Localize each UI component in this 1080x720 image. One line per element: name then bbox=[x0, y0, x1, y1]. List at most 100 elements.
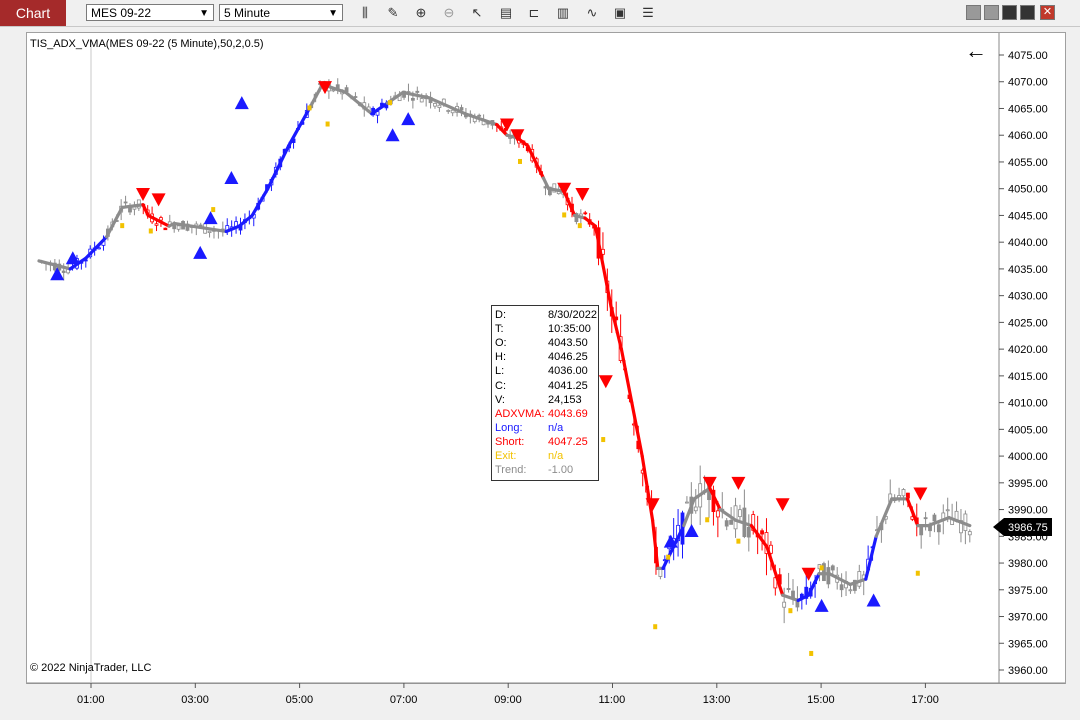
vma-segment bbox=[864, 534, 878, 581]
vma-segment bbox=[640, 454, 655, 522]
x-tick-label: 07:00 bbox=[390, 694, 418, 706]
y-tick-label: 4030.00 bbox=[1008, 291, 1048, 303]
y-tick-label: 4070.00 bbox=[1008, 77, 1048, 89]
candle-body bbox=[419, 98, 424, 103]
price-axis: 4075.00 4070.00 4065.00 4060.00 4055.00 4050.… bbox=[999, 50, 1048, 677]
long-signal-marker bbox=[684, 523, 699, 537]
candle-body bbox=[693, 506, 698, 512]
y-tick-label: 4000.00 bbox=[1008, 451, 1048, 463]
candle-body bbox=[658, 568, 663, 577]
vma-segment bbox=[104, 205, 124, 239]
time-axis: 01:00 03:00 05:00 07:00 09:00 11:00 13:00 15:00… bbox=[77, 683, 939, 706]
candle-body bbox=[932, 514, 937, 522]
exit-marker bbox=[562, 212, 567, 218]
long-signal-marker bbox=[866, 593, 881, 607]
short-signal-marker bbox=[645, 498, 660, 512]
x-tick-label: 09:00 bbox=[494, 694, 522, 706]
x-tick-label: 17:00 bbox=[911, 694, 939, 706]
short-signal-marker bbox=[731, 476, 746, 490]
candle-body bbox=[857, 571, 862, 587]
indicator-label: TIS_ADX_VMA(MES 09-22 (5 Minute),50,2,0.… bbox=[30, 38, 264, 50]
vma-segment bbox=[237, 213, 254, 228]
long-signal-marker bbox=[50, 267, 65, 281]
exit-marker bbox=[788, 608, 793, 614]
candle-body bbox=[97, 247, 101, 250]
y-tick-label: 4040.00 bbox=[1008, 237, 1048, 249]
vma-segment bbox=[619, 347, 634, 405]
y-tick-label: 4010.00 bbox=[1008, 398, 1048, 410]
data-window-label: Long: bbox=[495, 421, 523, 434]
vma-segment bbox=[827, 572, 852, 587]
exit-marker bbox=[915, 570, 920, 576]
candle-body bbox=[733, 505, 738, 530]
y-tick-label: 4050.00 bbox=[1008, 184, 1048, 196]
data-window-label: Short: bbox=[495, 435, 525, 448]
exit-marker bbox=[653, 624, 658, 630]
short-signal-marker bbox=[775, 498, 790, 512]
y-tick-label: 4065.00 bbox=[1008, 103, 1048, 115]
x-tick-label: 13:00 bbox=[703, 694, 731, 706]
vma-segment bbox=[401, 90, 431, 100]
exit-marker bbox=[120, 223, 125, 229]
exit-marker bbox=[211, 207, 216, 213]
long-signal-marker bbox=[385, 128, 400, 142]
vma-segment bbox=[287, 106, 311, 148]
long-signal-marker bbox=[234, 96, 249, 110]
data-window-value: 10:35:00 bbox=[548, 323, 591, 336]
exit-marker bbox=[307, 105, 312, 111]
y-tick-label: 4015.00 bbox=[1008, 371, 1048, 383]
data-window-value: 4043.69 bbox=[548, 407, 588, 420]
last-price-marker: 3986.75 bbox=[993, 518, 1052, 536]
candle-body bbox=[207, 230, 212, 234]
data-window-value: 8/30/2022 bbox=[548, 309, 597, 321]
candle-body bbox=[437, 104, 442, 108]
candle-body bbox=[923, 517, 928, 520]
candle-body bbox=[724, 520, 729, 527]
candle-body bbox=[415, 90, 420, 93]
candle-body bbox=[729, 519, 734, 525]
signals-layer bbox=[50, 81, 928, 656]
candle-body bbox=[746, 526, 751, 538]
exit-marker bbox=[819, 565, 824, 571]
candle-body bbox=[446, 110, 451, 112]
exit-marker bbox=[601, 437, 606, 443]
candle-body bbox=[945, 509, 950, 512]
candle-body bbox=[154, 223, 159, 226]
data-window-value: n/a bbox=[548, 450, 564, 462]
data-window-label: T: bbox=[495, 323, 504, 336]
long-signal-marker bbox=[65, 251, 80, 265]
data-window-label: O: bbox=[495, 337, 507, 350]
x-tick-label: 01:00 bbox=[77, 694, 105, 706]
x-tick-label: 03:00 bbox=[181, 694, 209, 706]
candle-body bbox=[839, 584, 844, 591]
data-window-value: 4046.25 bbox=[548, 351, 588, 364]
vma-segment bbox=[905, 497, 920, 528]
y-tick-label: 3995.00 bbox=[1008, 478, 1048, 490]
exit-marker bbox=[325, 121, 330, 127]
candle-body bbox=[786, 588, 791, 590]
candle-body bbox=[163, 227, 168, 231]
candle-body bbox=[61, 270, 66, 273]
candle-body bbox=[450, 109, 455, 114]
vma-segment bbox=[250, 187, 270, 218]
candle-body bbox=[583, 212, 588, 215]
last-price-label: 3986.75 bbox=[1008, 522, 1048, 534]
back-arrow-icon[interactable]: ← bbox=[965, 40, 987, 62]
vma-segment bbox=[526, 144, 546, 180]
exit-marker bbox=[148, 228, 153, 234]
copyright-label: © 2022 NinjaTrader, LLC bbox=[30, 662, 152, 674]
candle-body bbox=[715, 510, 720, 518]
exit-marker bbox=[666, 554, 671, 560]
candle-body bbox=[901, 489, 906, 497]
y-tick-label: 3960.00 bbox=[1008, 665, 1048, 677]
candle-body bbox=[782, 601, 787, 608]
data-window-label: Exit: bbox=[495, 450, 517, 462]
candle-body bbox=[459, 107, 464, 111]
y-tick-label: 3980.00 bbox=[1008, 558, 1048, 570]
candle-body bbox=[123, 201, 128, 204]
data-window-label: C: bbox=[495, 379, 506, 392]
data-window-value: -1.00 bbox=[548, 464, 574, 477]
y-tick-label: 3975.00 bbox=[1008, 585, 1048, 597]
data-window-value: 4036.00 bbox=[548, 365, 588, 378]
short-signal-marker bbox=[575, 188, 590, 202]
